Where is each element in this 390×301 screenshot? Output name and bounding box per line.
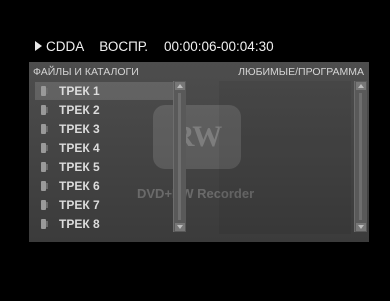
track-item[interactable]: ТРЕК 6 [35, 177, 175, 195]
time-readout: 00:00:06-00:04:30 [163, 39, 274, 54]
scroll-down-icon[interactable] [175, 223, 185, 231]
track-item[interactable]: ТРЕК 2 [35, 101, 175, 119]
track-item[interactable]: ТРЕК 4 [35, 139, 175, 157]
browser-panel: ФАЙЛЫ И КАТАЛОГИ ЛЮБИМЫЕ/ПРОГРАММА RW DV… [29, 62, 369, 242]
music-file-icon [41, 162, 48, 172]
track-item[interactable]: ТРЕК 1 [35, 82, 175, 100]
files-scrollbar[interactable] [173, 81, 186, 232]
scroll-up-icon[interactable] [175, 82, 185, 90]
music-file-icon [41, 86, 48, 96]
source-label: CDDA [46, 39, 85, 54]
files-column-title: ФАЙЛЫ И КАТАЛОГИ [33, 66, 139, 78]
status-header: CDDA ВОСПР. 00:00:06-00:04:30 [32, 38, 368, 56]
favorites-scrollbar[interactable] [354, 81, 367, 232]
music-file-icon [41, 181, 48, 191]
scroll-down-icon[interactable] [356, 223, 366, 231]
track-item[interactable]: ТРЕК 8 [35, 215, 175, 233]
music-file-icon [41, 124, 48, 134]
track-label: ТРЕК 1 [59, 84, 100, 98]
favorites-column-title: ЛЮБИМЫЕ/ПРОГРАММА [238, 66, 364, 78]
mode-label: ВОСПР. [99, 39, 148, 54]
music-file-icon [41, 200, 48, 210]
track-label: ТРЕК 4 [59, 141, 100, 155]
track-label: ТРЕК 7 [59, 198, 100, 212]
scroll-track[interactable] [359, 93, 362, 220]
track-label: ТРЕК 8 [59, 217, 100, 231]
play-icon [35, 41, 42, 52]
track-label: ТРЕК 6 [59, 179, 100, 193]
scroll-track[interactable] [178, 93, 181, 220]
music-file-icon [41, 143, 48, 153]
track-item[interactable]: ТРЕК 3 [35, 120, 175, 138]
favorites-list[interactable] [219, 81, 351, 234]
track-item[interactable]: ТРЕК 7 [35, 196, 175, 214]
scroll-up-icon[interactable] [356, 82, 366, 90]
track-label: ТРЕК 5 [59, 160, 100, 174]
track-item[interactable]: ТРЕК 5 [35, 158, 175, 176]
music-file-icon [41, 219, 48, 229]
track-label: ТРЕК 2 [59, 103, 100, 117]
music-file-icon [41, 105, 48, 115]
track-label: ТРЕК 3 [59, 122, 100, 136]
file-list: ТРЕК 1 ТРЕК 2 ТРЕК 3 ТРЕК 4 ТРЕК 5 ТРЕК 6 ТРЕК… [35, 82, 175, 236]
